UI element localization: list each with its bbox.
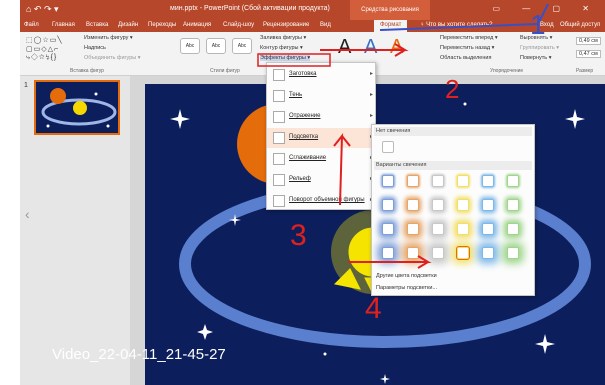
annotation-number-1: 1 — [530, 9, 546, 40]
annotation-number-2: 2 — [445, 74, 459, 104]
video-frame: ⌂ ↶ ↷ ▾ мин.pptx - PowerPoint (Сбой акти… — [20, 0, 605, 385]
annotation-arrow-2 — [320, 43, 409, 57]
annotation-arrow-1 — [379, 3, 549, 31]
annotation-number-4: 4 — [365, 292, 382, 325]
annotation-arrow-4 — [348, 255, 432, 269]
annotation-layer: 1 2 3 4 — [257, 3, 549, 325]
annotation-number-3: 3 — [290, 219, 307, 252]
screen-frame: ⌂ ↶ ↷ ▾ мин.pptx - PowerPoint (Сбой акти… — [0, 0, 605, 385]
video-filename-overlay: Video_22-04-11_21-45-27 — [52, 346, 226, 363]
annotation-arrow-3 — [333, 133, 351, 206]
annotation-box-2 — [257, 53, 331, 67]
